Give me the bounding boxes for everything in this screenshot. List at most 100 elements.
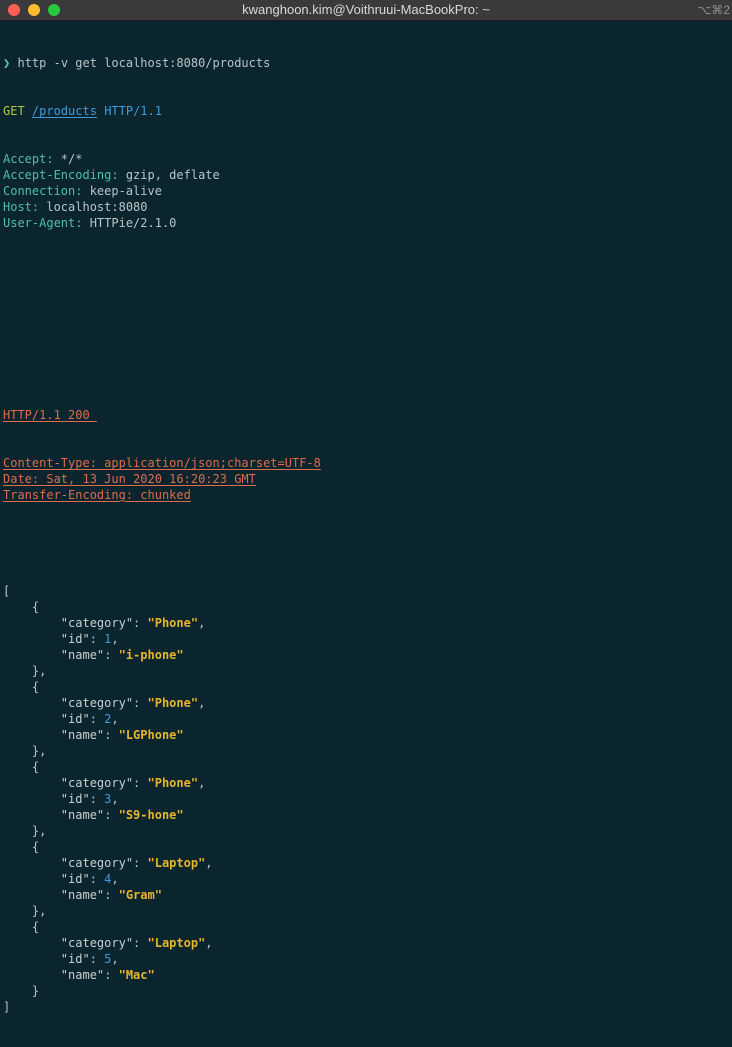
json-id-value: 3: [104, 792, 112, 806]
json-id-value: 4: [104, 872, 112, 886]
json-comma: ,: [111, 632, 119, 646]
request-header-line: User-Agent: HTTPie/2.1.0: [3, 215, 729, 231]
request-header-value: keep-alive: [82, 184, 162, 198]
json-brace: },: [3, 824, 47, 838]
response-body: [ { "category": "Phone", "id": 1, "name"…: [3, 583, 729, 1015]
response-header-line: Date: Sat, 13 Jun 2020 16:20:23 GMT: [3, 471, 729, 487]
json-close-bracket: ]: [3, 999, 729, 1015]
json-key: "category": [60, 776, 134, 790]
json-field-line: "category": "Phone",: [3, 615, 729, 631]
request-header-name: Host:: [3, 200, 40, 214]
request-header-line: Accept-Encoding: gzip, deflate: [3, 167, 729, 183]
json-field-line: "category": "Laptop",: [3, 855, 729, 871]
json-comma: ,: [198, 616, 206, 630]
json-colon: :: [89, 872, 105, 886]
request-header-line: Host: localhost:8080: [3, 199, 729, 215]
json-key: "name": [60, 808, 105, 822]
json-name-value: "Gram": [118, 888, 162, 902]
json-category-value: "Laptop": [147, 936, 206, 950]
json-field-line: "name": "i-phone": [3, 647, 729, 663]
json-brace: },: [3, 664, 47, 678]
json-key: "category": [60, 936, 134, 950]
json-object-open: {: [3, 919, 729, 935]
json-colon: :: [133, 936, 148, 950]
json-key: "category": [60, 696, 134, 710]
json-colon: :: [133, 776, 148, 790]
json-colon: :: [104, 808, 119, 822]
json-key: "id": [60, 632, 90, 646]
json-object-close: },: [3, 743, 729, 759]
json-object-close: },: [3, 823, 729, 839]
json-colon: :: [89, 952, 105, 966]
json-category-value: "Phone": [147, 696, 199, 710]
json-comma: ,: [111, 872, 119, 886]
title-bar[interactable]: kwanghoon.kim@Voithruui-MacBookPro: ~ ⌥⌘…: [0, 0, 732, 21]
json-object-close: },: [3, 903, 729, 919]
json-key: "id": [60, 952, 90, 966]
request-header-line: Connection: keep-alive: [3, 183, 729, 199]
json-field-line: "id": 4,: [3, 871, 729, 887]
json-colon: :: [133, 696, 148, 710]
json-comma: ,: [205, 936, 213, 950]
request-protocol: HTTP/1.1: [104, 104, 162, 118]
json-colon: :: [89, 632, 105, 646]
window-shortcut: ⌥⌘2: [697, 3, 730, 17]
json-object-close: },: [3, 663, 729, 679]
json-field-line: "id": 3,: [3, 791, 729, 807]
json-category-value: "Phone": [147, 616, 199, 630]
json-id-value: 2: [104, 712, 112, 726]
json-object-open: {: [3, 759, 729, 775]
json-brace: {: [3, 760, 40, 774]
json-key: "category": [60, 856, 134, 870]
json-field-line: "category": "Phone",: [3, 695, 729, 711]
json-category-value: "Laptop": [147, 856, 206, 870]
json-field-line: "name": "S9-hone": [3, 807, 729, 823]
json-brace: }: [3, 984, 40, 998]
request-line: GET /products HTTP/1.1: [3, 103, 729, 119]
request-header-name: User-Agent:: [3, 216, 83, 230]
json-name-value: "Mac": [118, 968, 155, 982]
json-key: "name": [60, 968, 105, 982]
json-key: "id": [60, 872, 90, 886]
json-comma: ,: [198, 696, 206, 710]
command-text: http -v get localhost:8080/products: [17, 56, 271, 70]
json-name-value: "LGPhone": [118, 728, 184, 742]
terminal-output[interactable]: ❯ http -v get localhost:8080/products GE…: [3, 23, 729, 1047]
json-brace: {: [3, 680, 40, 694]
json-key: "id": [60, 712, 90, 726]
json-comma: ,: [111, 952, 119, 966]
json-name-value: "S9-hone": [118, 808, 184, 822]
json-field-line: "category": "Phone",: [3, 775, 729, 791]
request-method: GET: [3, 104, 25, 118]
json-name-value: "i-phone": [118, 648, 184, 662]
request-headers: Accept: */* Accept-Encoding: gzip, deflat…: [3, 151, 729, 231]
json-colon: :: [133, 856, 148, 870]
window-title: kwanghoon.kim@Voithruui-MacBookPro: ~: [242, 2, 490, 17]
request-header-line: Accept: */*: [3, 151, 729, 167]
json-brace: {: [3, 600, 40, 614]
json-colon: :: [104, 728, 119, 742]
response-header: Content-Type: application/json;charset=U…: [3, 456, 321, 470]
response-header-line: Transfer-Encoding: chunked: [3, 487, 729, 503]
json-colon: :: [89, 792, 105, 806]
json-id-value: 5: [104, 952, 112, 966]
json-colon: :: [104, 648, 119, 662]
json-field-line: "name": "LGPhone": [3, 727, 729, 743]
json-object-open: {: [3, 599, 729, 615]
json-key: "name": [60, 728, 105, 742]
request-header-name: Connection:: [3, 184, 83, 198]
json-key: "category": [60, 616, 134, 630]
json-object-close: }: [3, 983, 729, 999]
request-header-name: Accept:: [3, 152, 54, 166]
json-brace: },: [3, 744, 47, 758]
json-colon: :: [133, 616, 148, 630]
json-colon: :: [104, 968, 119, 982]
